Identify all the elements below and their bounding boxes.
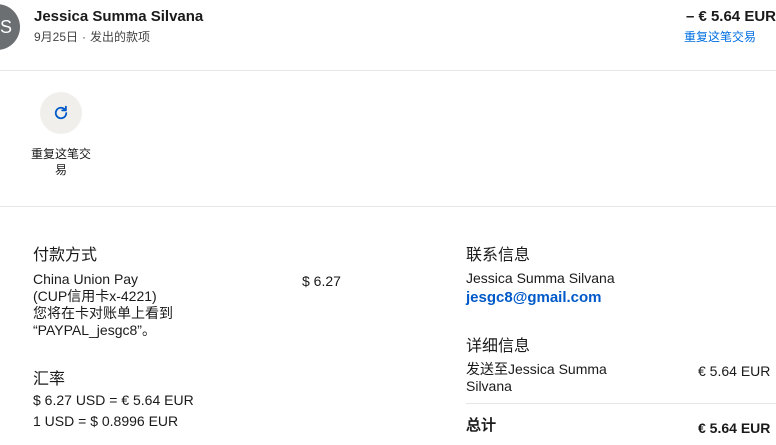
repeat-transaction-link[interactable]: 重复这笔交易 <box>684 28 756 45</box>
exchange-rate-line1: $ 6.27 USD = € 5.64 EUR <box>33 392 194 408</box>
payment-amount: $ 6.27 <box>302 273 341 289</box>
sent-to-line1: 发送至Jessica Summa <box>466 361 607 377</box>
details-title: 详细信息 <box>466 338 531 355</box>
separator: · <box>82 30 87 44</box>
transaction-amount: – € 5.64 EUR <box>685 8 776 25</box>
transaction-date: 9月25日 <box>34 30 79 44</box>
transaction-subtitle: 9月25日 · 发出的款项 <box>34 28 150 45</box>
payment-method-title: 付款方式 <box>33 247 98 264</box>
payment-method-line1: China Union Pay <box>33 271 139 287</box>
total-label: 总计 <box>466 417 497 434</box>
counterparty-name: Jessica Summa Silvana <box>34 8 204 25</box>
exchange-rate-line2: 1 USD = $ 0.8996 EUR <box>33 413 179 429</box>
payment-method-line2: (CUP信用卡x-4221) <box>33 288 157 304</box>
payment-method-line3: 您将在卡对账单上看到 <box>33 305 173 321</box>
section-divider <box>0 206 776 207</box>
exchange-rate-title: 汇率 <box>33 371 66 388</box>
refresh-icon <box>54 105 68 120</box>
total-amount: € 5.64 EUR <box>698 420 771 436</box>
transaction-type: 发出的款项 <box>90 30 151 44</box>
refresh-icon-circle[interactable] <box>40 92 82 134</box>
repeat-transaction-button[interactable]: 重复这笔交易 <box>26 92 96 178</box>
transaction-header: S Jessica Summa Silvana 9月25日 · 发出的款项 – € … <box>0 0 776 71</box>
repeat-transaction-label: 重复这笔交易 <box>30 147 91 177</box>
sent-to-line2: Silvana <box>466 378 512 394</box>
contact-name: Jessica Summa Silvana <box>466 270 615 286</box>
total-divider <box>466 403 776 404</box>
contact-info-title: 联系信息 <box>466 247 531 264</box>
contact-email-link[interactable]: jesgc8@gmail.com <box>466 290 602 306</box>
sent-amount: € 5.64 EUR <box>698 363 771 379</box>
payment-method-line4: “PAYPAL_jesgc8”。 <box>33 322 156 338</box>
avatar: S <box>0 4 20 50</box>
